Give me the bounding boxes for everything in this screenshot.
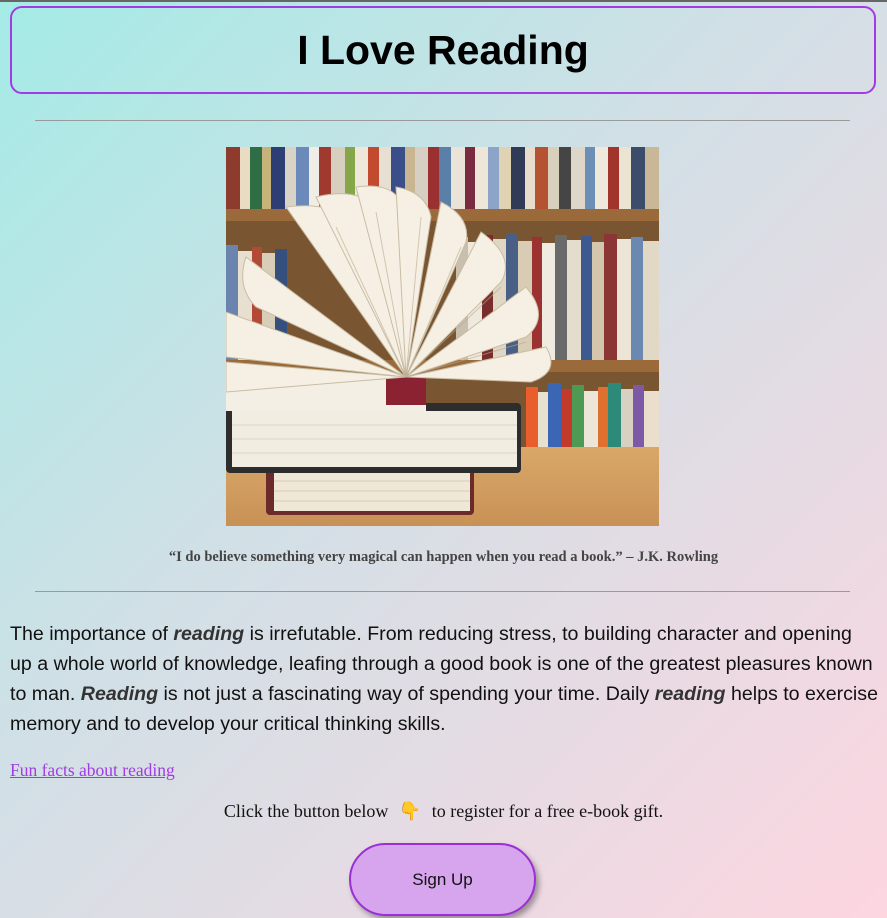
- cta-text-after: to register for a free e-book gift.: [431, 801, 664, 821]
- emphasis-reading: reading: [173, 623, 245, 645]
- call-to-action: Click the button below 👇 to register for…: [0, 801, 887, 822]
- paragraph-text: The importance of: [10, 623, 174, 645]
- divider-top: [35, 120, 850, 121]
- intro-paragraph: The importance of reading is irrefutable…: [10, 619, 878, 739]
- quote-text: “I do believe something very magical can…: [168, 549, 719, 565]
- paragraph-text: is not just a fascinating way of spendin…: [158, 683, 655, 705]
- page-header: I Love Reading: [10, 6, 876, 94]
- divider-bottom: [35, 591, 850, 592]
- top-border: [0, 0, 887, 2]
- cta-text-before: Click the button below: [223, 801, 389, 821]
- fun-facts-link[interactable]: Fun facts about reading: [10, 760, 175, 781]
- emphasis-reading: reading: [654, 683, 726, 705]
- page-title: I Love Reading: [297, 26, 589, 73]
- pointing-down-hand-icon: 👇: [398, 801, 422, 822]
- sign-up-button[interactable]: Sign Up: [349, 843, 536, 916]
- emphasis-reading: Reading: [80, 683, 159, 705]
- books-image: [226, 147, 659, 526]
